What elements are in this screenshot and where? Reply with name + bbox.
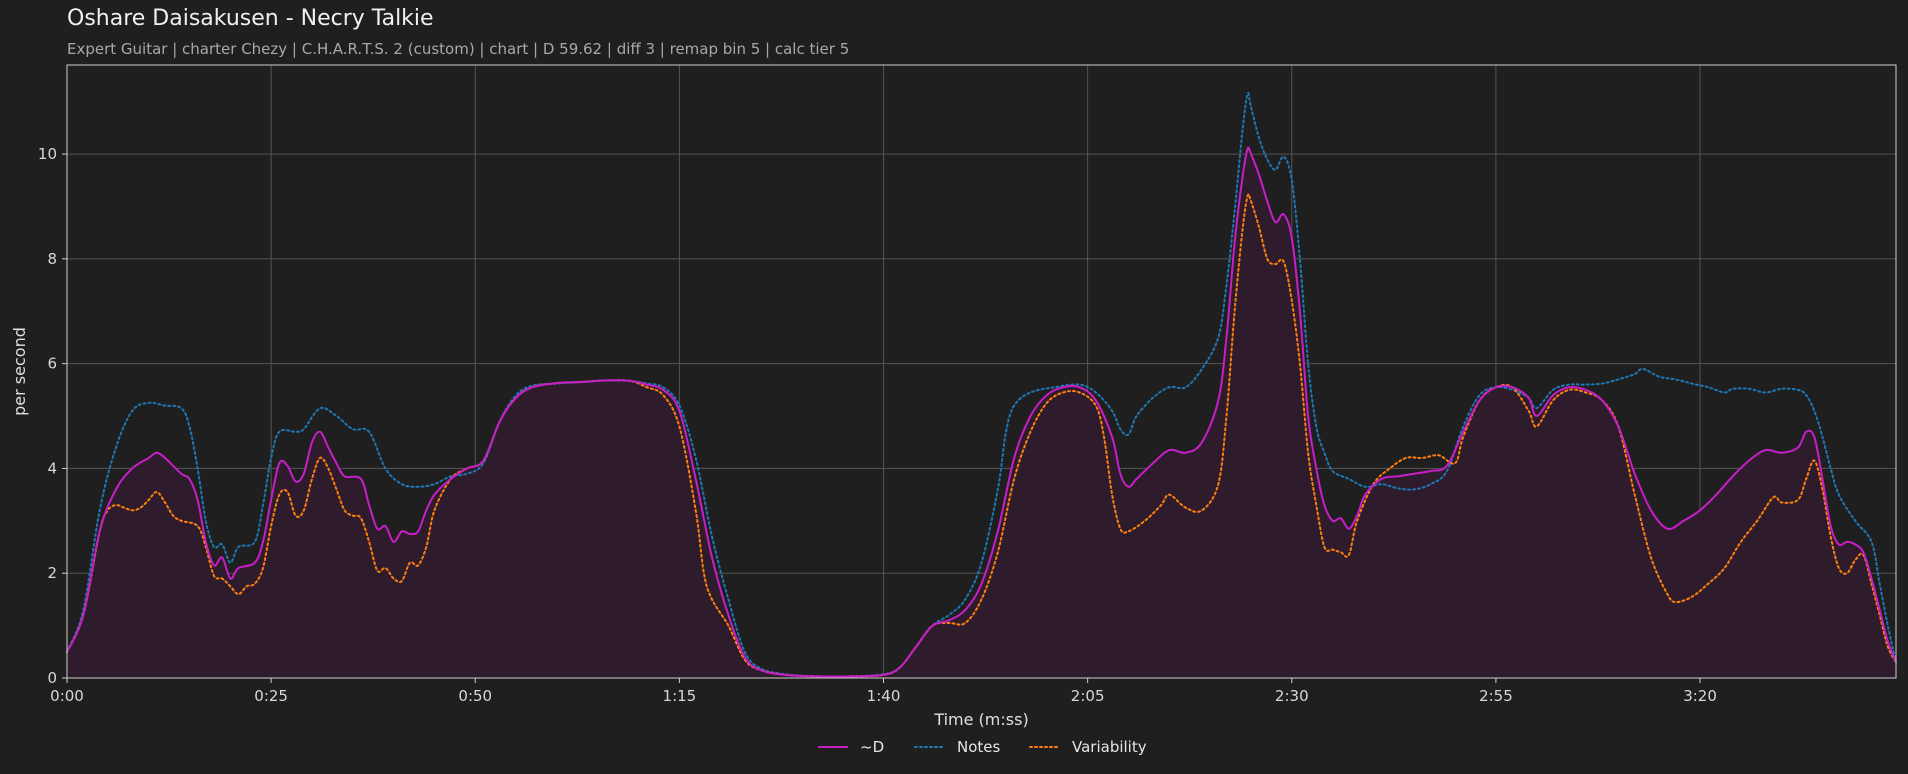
x-axis-label: Time (m:ss) bbox=[933, 710, 1028, 729]
x-tick-label-0: 0:00 bbox=[50, 687, 84, 705]
x-tick-label-3: 1:15 bbox=[663, 687, 697, 705]
y-tick-label-4: 8 bbox=[47, 250, 57, 268]
y-tick-label-1: 2 bbox=[47, 564, 57, 582]
y-axis-label: per second bbox=[10, 327, 29, 416]
x-tick-label-4: 1:40 bbox=[867, 687, 901, 705]
x-tick-label-5: 2:05 bbox=[1071, 687, 1105, 705]
y-tick-label-3: 6 bbox=[47, 355, 57, 373]
y-tick-label-0: 0 bbox=[47, 669, 57, 687]
x-tick-label-7: 2:55 bbox=[1479, 687, 1513, 705]
x-tick-label-8: 3:20 bbox=[1683, 687, 1717, 705]
legend: ~D Notes Variability bbox=[818, 738, 1147, 756]
y-tick-label-5: 10 bbox=[38, 145, 57, 163]
legend-label-variability: Variability bbox=[1072, 738, 1147, 756]
x-tick-label-1: 0:25 bbox=[254, 687, 288, 705]
legend-label-d: ~D bbox=[860, 738, 884, 756]
x-tick-label-6: 2:30 bbox=[1275, 687, 1309, 705]
x-tick-label-2: 0:50 bbox=[458, 687, 492, 705]
y-tick-label-2: 4 bbox=[47, 459, 57, 477]
legend-label-notes: Notes bbox=[957, 738, 1001, 756]
chart-canvas: 0:00 0:25 0:50 1:15 1:40 2:05 2:30 2:55 3:20 0 2 4 6… bbox=[10, 64, 1897, 756]
